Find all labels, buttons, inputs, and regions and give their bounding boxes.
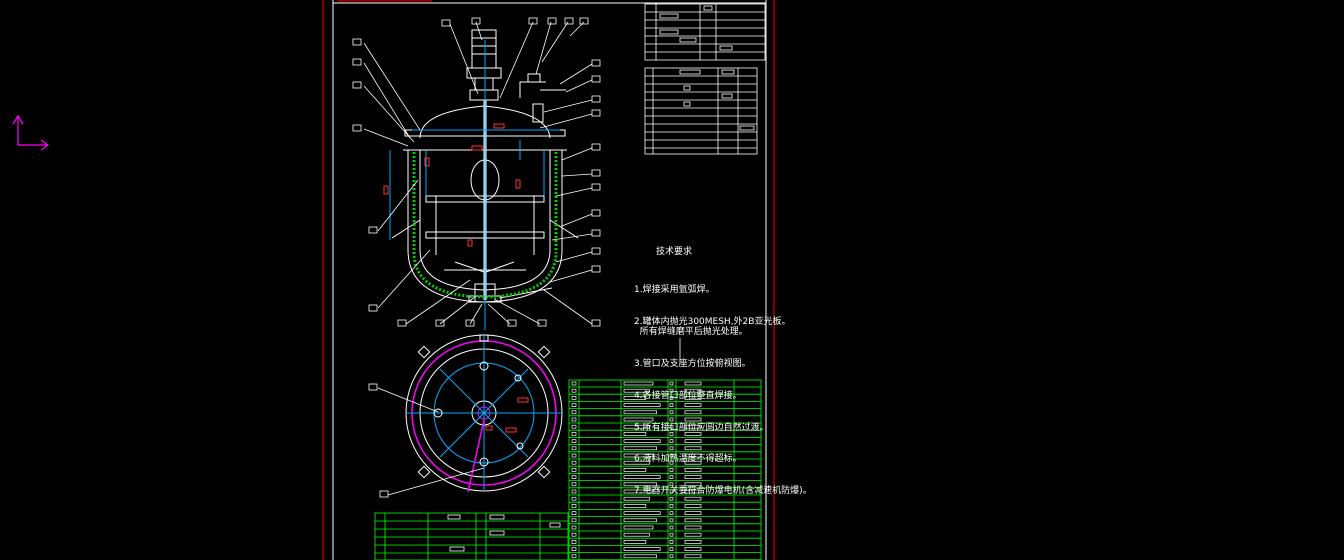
note-item-3: 3.管口及支座方位按俯视图。	[634, 359, 751, 370]
note-item-6: 6.液料加热温度不得超标。	[634, 454, 742, 465]
row-number-mark	[571, 432, 577, 436]
design-data-table	[644, 67, 758, 155]
qty-mark	[669, 532, 674, 537]
part-name-mark	[623, 540, 647, 544]
note-item-2: 2.罐体内抛光300MESH,外2B亚光板。 所有焊缝磨平后抛光处理。	[634, 316, 791, 338]
row-number-mark	[571, 496, 577, 501]
part-name-mark	[623, 547, 661, 551]
row-number-mark	[571, 424, 577, 429]
qty-mark	[669, 554, 674, 559]
row-number-mark	[571, 511, 577, 515]
part-name-mark	[623, 525, 654, 530]
row-number-mark	[571, 504, 577, 508]
row-number-mark	[571, 460, 577, 465]
reactor-plan-view	[368, 334, 563, 498]
row-number-mark	[571, 532, 577, 537]
material-mark	[684, 532, 702, 537]
row-number-mark	[571, 540, 577, 544]
revision-table	[374, 512, 569, 560]
qty-mark	[669, 547, 674, 551]
row-number-mark	[571, 547, 577, 551]
row-number-mark	[571, 518, 577, 523]
row-number-mark	[571, 468, 577, 472]
material-mark	[684, 518, 702, 523]
qty-mark	[669, 540, 674, 544]
row-number-mark	[571, 381, 577, 386]
row-number-mark	[571, 417, 577, 422]
row-number-mark	[571, 453, 577, 458]
qty-mark	[669, 525, 674, 530]
note-item-4: 4.各接管口部位整直焊接。	[634, 390, 742, 401]
row-number-mark	[571, 489, 577, 494]
part-name-mark	[623, 554, 657, 559]
cad-viewport[interactable]: 技术要求 1.焊接采用氩弧焊。 2.罐体内抛光300MESH,外2B亚光板。 所…	[0, 0, 1344, 560]
row-number-mark	[571, 396, 577, 400]
row-number-mark	[571, 403, 577, 407]
row-number-mark	[571, 410, 577, 415]
row-number-mark	[571, 388, 577, 393]
technical-requirements: 技术要求 1.焊接采用氩弧焊。 2.罐体内抛光300MESH,外2B亚光板。 所…	[634, 226, 812, 518]
qty-mark	[669, 518, 674, 523]
material-mark	[684, 554, 702, 559]
row-number-mark	[571, 525, 577, 530]
note-item-7: 7.电器开关要符合防爆电机(含减速机防爆)。	[634, 486, 812, 497]
row-number-mark	[571, 475, 577, 479]
part-tags	[383, 123, 521, 247]
note-item-1: 1.焊接采用氩弧焊。	[634, 284, 715, 295]
material-mark	[684, 525, 702, 530]
note-item-5: 5.所有接口部位应圆边自然过渡。	[634, 422, 769, 433]
row-number-mark	[571, 446, 577, 451]
material-mark	[684, 547, 702, 551]
row-number-mark	[571, 439, 577, 443]
part-name-mark	[623, 532, 650, 537]
notes-title: 技术要求	[656, 247, 693, 258]
part-name-mark	[623, 518, 657, 523]
material-mark	[684, 540, 702, 544]
row-number-mark	[571, 482, 577, 487]
ucs-axis-icon	[12, 114, 50, 151]
nozzle-table	[644, 3, 766, 61]
row-number-mark	[571, 554, 577, 559]
